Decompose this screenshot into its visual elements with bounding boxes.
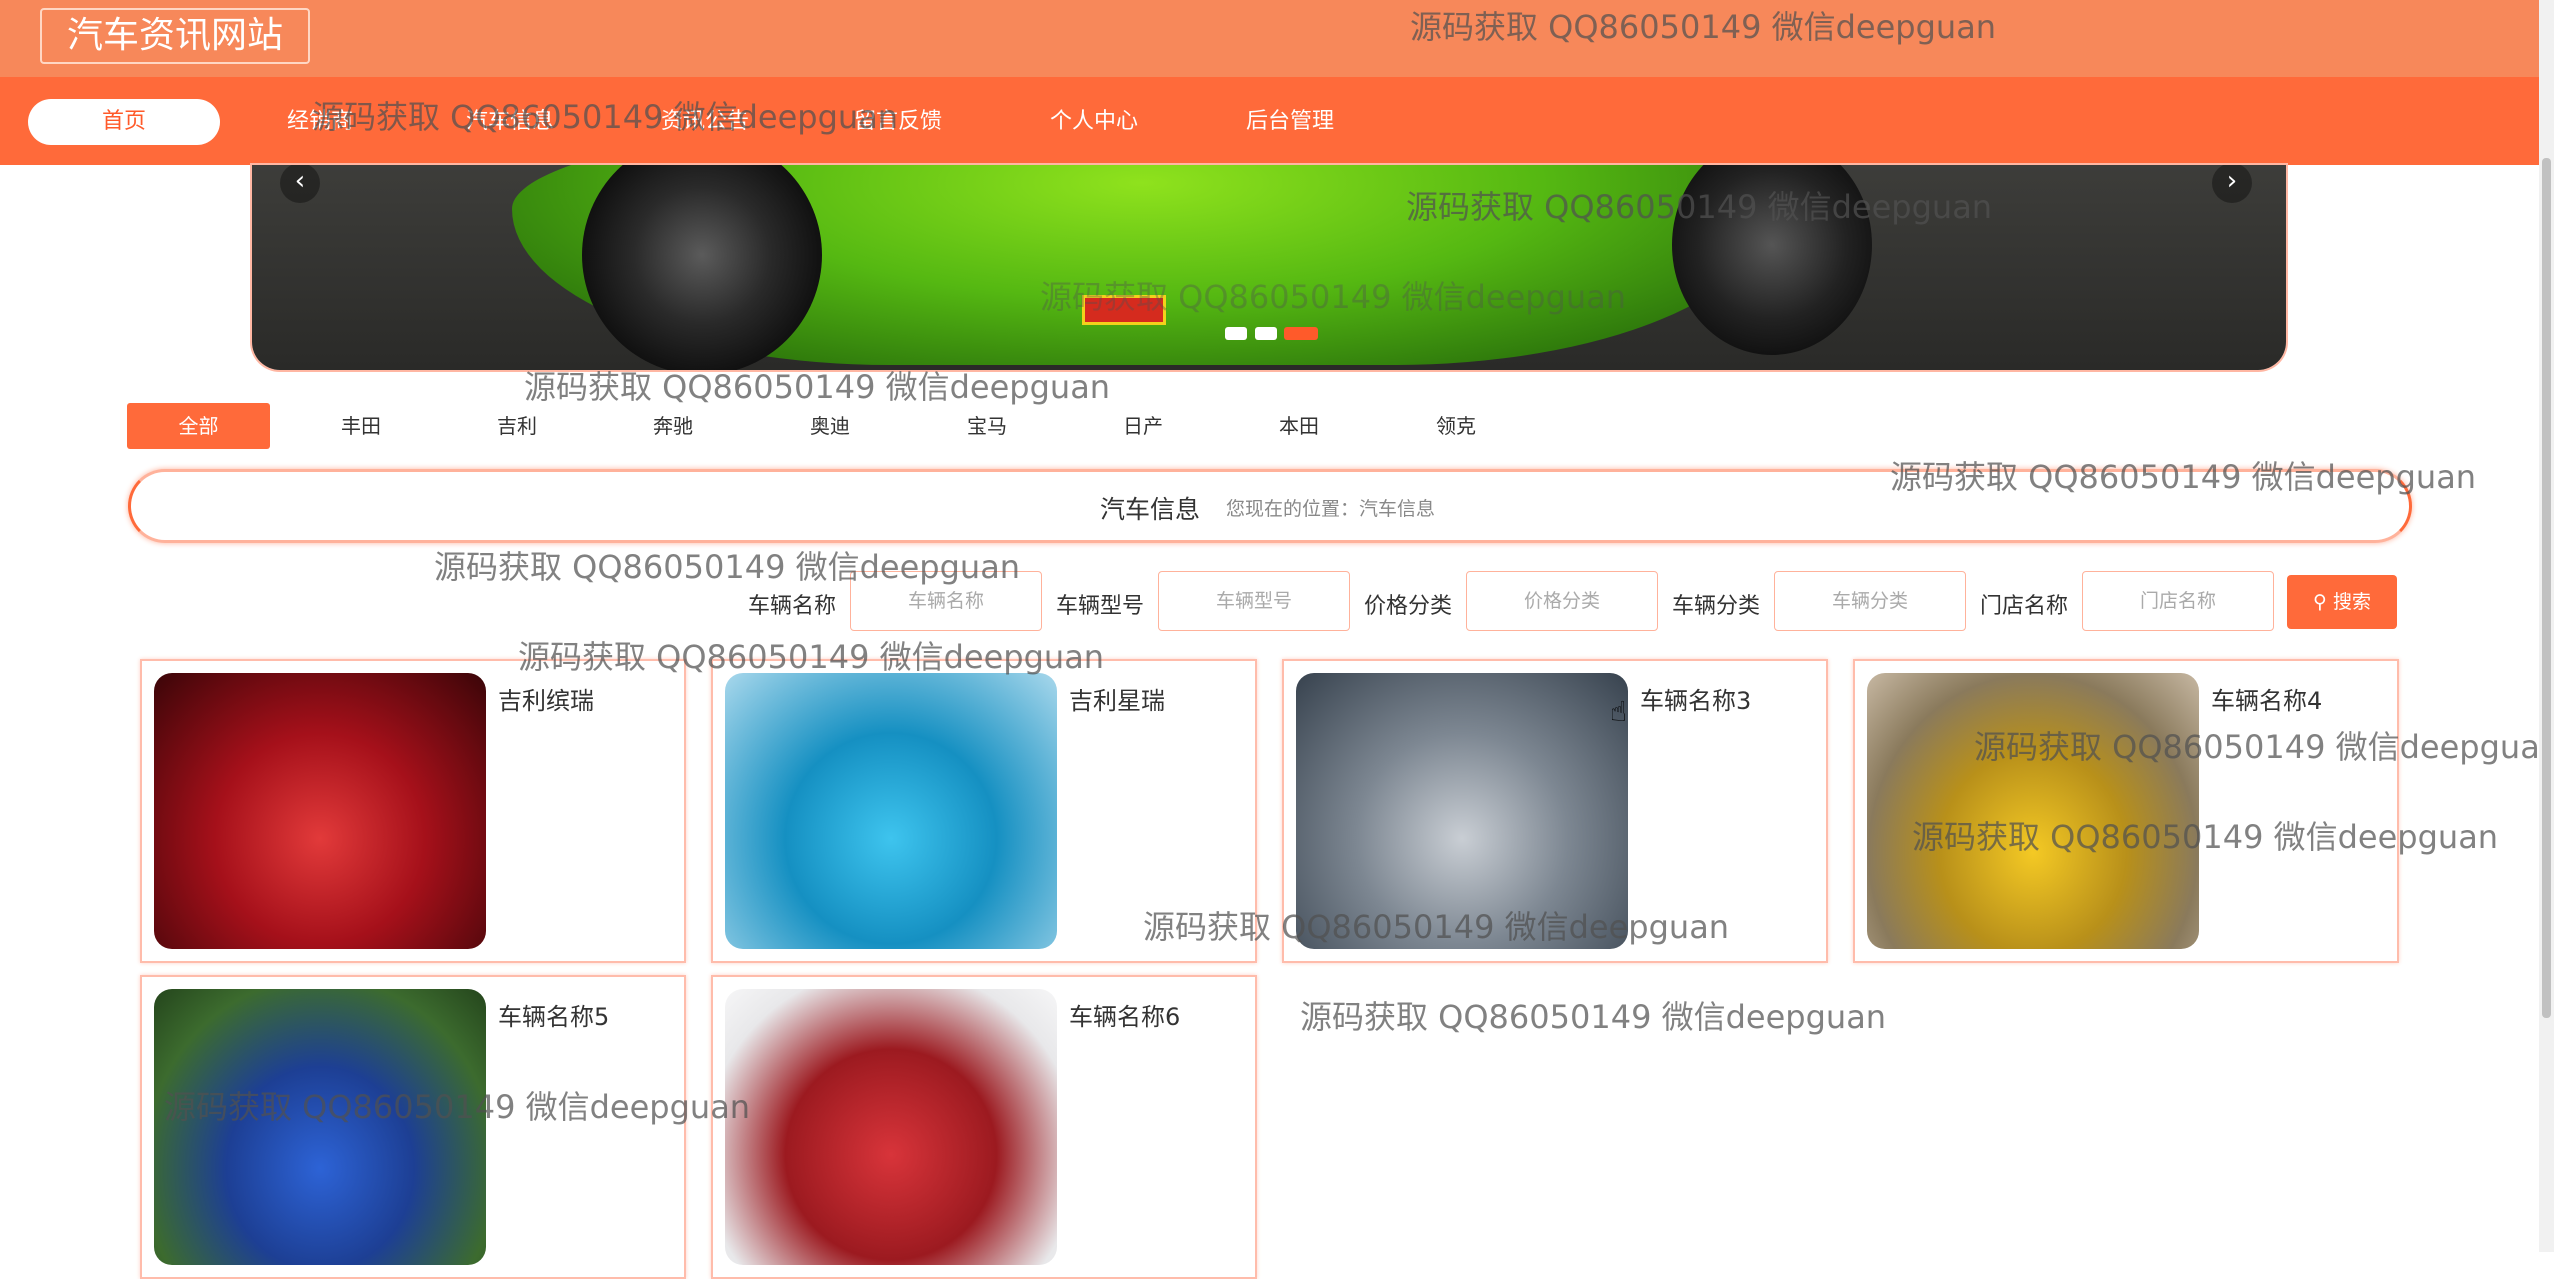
nav-item-admin[interactable]: 后台管理 <box>1240 99 1340 145</box>
carousel-dot-3[interactable] <box>1284 327 1318 340</box>
category-all[interactable]: 全部 <box>127 403 270 449</box>
car-card[interactable]: 车辆名称3 <box>1282 659 1828 963</box>
car-image[interactable] <box>725 673 1057 949</box>
car-category-input[interactable] <box>1774 571 1966 631</box>
nav-item-car-info[interactable]: 汽车信息 <box>460 99 560 145</box>
car-name[interactable]: 吉利缤瑞 <box>498 681 594 716</box>
carousel-dot-1[interactable] <box>1225 327 1247 340</box>
car-name[interactable]: 车辆名称3 <box>1640 681 1751 716</box>
car-name[interactable]: 车辆名称6 <box>1069 997 1180 1032</box>
chevron-left-icon[interactable]: ‹ <box>280 165 320 203</box>
category-benz[interactable]: 奔驰 <box>623 403 723 449</box>
category-honda[interactable]: 本田 <box>1249 403 1349 449</box>
filter-label-category: 车辆分类 <box>1672 594 1761 619</box>
carousel-banner[interactable]: ‹ › <box>252 165 2286 370</box>
nav-item-feedback[interactable]: 留言反馈 <box>848 99 948 145</box>
hand-cursor-icon: ☝ <box>1610 695 1628 728</box>
banner-plate <box>1082 295 1166 325</box>
chevron-right-icon[interactable]: › <box>2212 165 2252 203</box>
search-button[interactable]: ⚲ 搜索 <box>2287 575 2397 629</box>
car-image[interactable] <box>154 673 486 949</box>
search-icon: ⚲ <box>2313 591 2327 613</box>
car-model-input[interactable] <box>1158 571 1350 631</box>
category-bmw[interactable]: 宝马 <box>937 403 1037 449</box>
car-card[interactable]: 吉利缤瑞 <box>140 659 686 963</box>
car-image[interactable] <box>1867 673 2199 949</box>
main-nav: 首页 经销商 汽车信息 资讯公告 留言反馈 个人中心 后台管理 <box>0 77 2539 165</box>
filter-label-name: 车辆名称 <box>748 594 837 619</box>
car-card[interactable]: 吉利星瑞 <box>711 659 1257 963</box>
top-header: 汽车资讯网站 <box>0 0 2539 77</box>
filter-label-model: 车辆型号 <box>1056 594 1145 619</box>
page-title: 汽车信息 <box>1100 495 1201 524</box>
category-geely[interactable]: 吉利 <box>467 403 567 449</box>
category-lynkco[interactable]: 领克 <box>1406 403 1506 449</box>
filter-label-store: 门店名称 <box>1980 594 2069 619</box>
watermark: 源码获取 QQ86050149 微信deepguan <box>1300 998 1887 1036</box>
carousel-dot-2[interactable] <box>1255 327 1277 340</box>
car-image[interactable] <box>725 989 1057 1265</box>
car-card[interactable]: 车辆名称6 <box>711 975 1257 1279</box>
price-category-input[interactable] <box>1466 571 1658 631</box>
car-name[interactable]: 吉利星瑞 <box>1069 681 1165 716</box>
car-name[interactable]: 车辆名称4 <box>2211 681 2322 716</box>
store-name-input[interactable] <box>2082 571 2274 631</box>
banner-wheel-right <box>1672 165 1872 355</box>
car-image[interactable] <box>1296 673 1628 949</box>
car-card[interactable]: 车辆名称5 <box>140 975 686 1279</box>
banner-wheel-left <box>582 165 822 370</box>
category-audi[interactable]: 奥迪 <box>780 403 880 449</box>
nav-item-home[interactable]: 首页 <box>28 99 220 145</box>
search-button-label: 搜索 <box>2332 591 2371 613</box>
category-nissan[interactable]: 日产 <box>1093 403 1193 449</box>
nav-item-profile[interactable]: 个人中心 <box>1044 99 1144 145</box>
category-toyota[interactable]: 丰田 <box>311 403 411 449</box>
breadcrumb: 您现在的位置：汽车信息 <box>1226 498 1436 520</box>
filter-label-price: 价格分类 <box>1364 594 1453 619</box>
car-image[interactable] <box>154 989 486 1265</box>
nav-item-news[interactable]: 资讯公告 <box>655 99 755 145</box>
site-title[interactable]: 汽车资讯网站 <box>40 8 310 64</box>
car-name-input[interactable] <box>850 571 1042 631</box>
nav-item-dealers[interactable]: 经销商 <box>270 99 370 145</box>
scrollbar-thumb[interactable] <box>2542 158 2551 1018</box>
car-card[interactable]: 车辆名称4 <box>1853 659 2399 963</box>
car-name[interactable]: 车辆名称5 <box>498 997 609 1032</box>
